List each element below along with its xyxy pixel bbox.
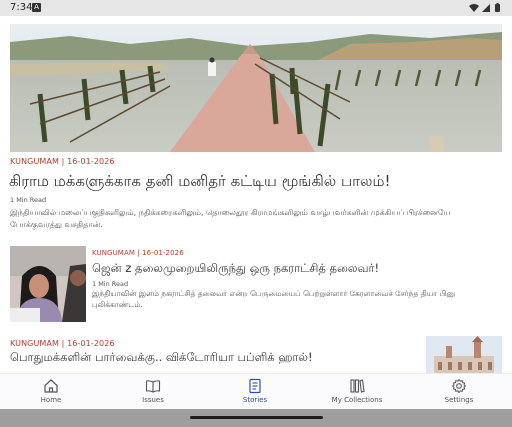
article-image-councillor[interactable] [10,246,86,322]
home-gesture-handle[interactable] [190,416,323,419]
article-image-public-hall[interactable] [426,336,502,373]
article-excerpt: இந்தியாவின் இளம் நகராட்சித் தலைவர் என்ற … [92,289,456,309]
battery-icon [495,3,500,12]
article-source: KUNGUMAM | 16-01-2026 [10,157,115,166]
notification-badge-icon: A [32,3,41,12]
nav-settings-label: Settings [444,396,474,404]
stories-icon [249,378,261,394]
gear-icon [452,379,466,393]
status-bar: 7:34 A [0,0,512,16]
signal-icon [482,4,490,12]
nav-home[interactable]: Home [0,374,102,410]
article-excerpt: இந்தியாவில் மலைப்பகுதிகளிலும், நதிக்கரைக… [10,208,451,229]
story-feed[interactable]: KUNGUMAM | 16-01-2026 கிராம மக்களுக்காக … [0,16,512,373]
home-icon [44,379,58,393]
nav-stories[interactable]: Stories [204,374,306,410]
bottom-navigation: Home Issues Stories My Collections Setti… [0,373,512,409]
article-image-bamboo-bridge[interactable] [10,24,502,152]
article-title[interactable]: ஜென் z தலைமுறையிலிருந்து ஒரு நகராட்சித் … [92,261,502,276]
status-time: 7:34 [10,2,33,13]
read-time: 1 Min Read [10,196,47,204]
collections-icon [350,379,365,393]
nav-stories-label: Stories [242,396,268,404]
article-title[interactable]: பொதுமக்களின் பார்வைக்கு.. விக்டோரியா பப்… [10,351,410,365]
nav-settings[interactable]: Settings [408,374,510,410]
nav-home-label: Home [40,396,62,404]
wifi-icon [469,4,479,12]
article-title[interactable]: கிராம மக்களுக்காக தனி மனிதர் கட்டிய மூங்… [9,172,504,190]
article-source: KUNGUMAM | 16-01-2026 [10,339,115,348]
nav-my-collections-label: My Collections [331,396,383,404]
nav-issues[interactable]: Issues [102,374,204,410]
system-gesture-area [0,409,512,427]
nav-issues-label: Issues [142,396,164,404]
book-open-icon [145,380,161,393]
read-time: 1 Min Read [92,280,129,288]
nav-my-collections[interactable]: My Collections [306,374,408,410]
article-source: KUNGUMAM | 16-01-2026 [92,249,184,257]
status-icons [469,3,500,12]
